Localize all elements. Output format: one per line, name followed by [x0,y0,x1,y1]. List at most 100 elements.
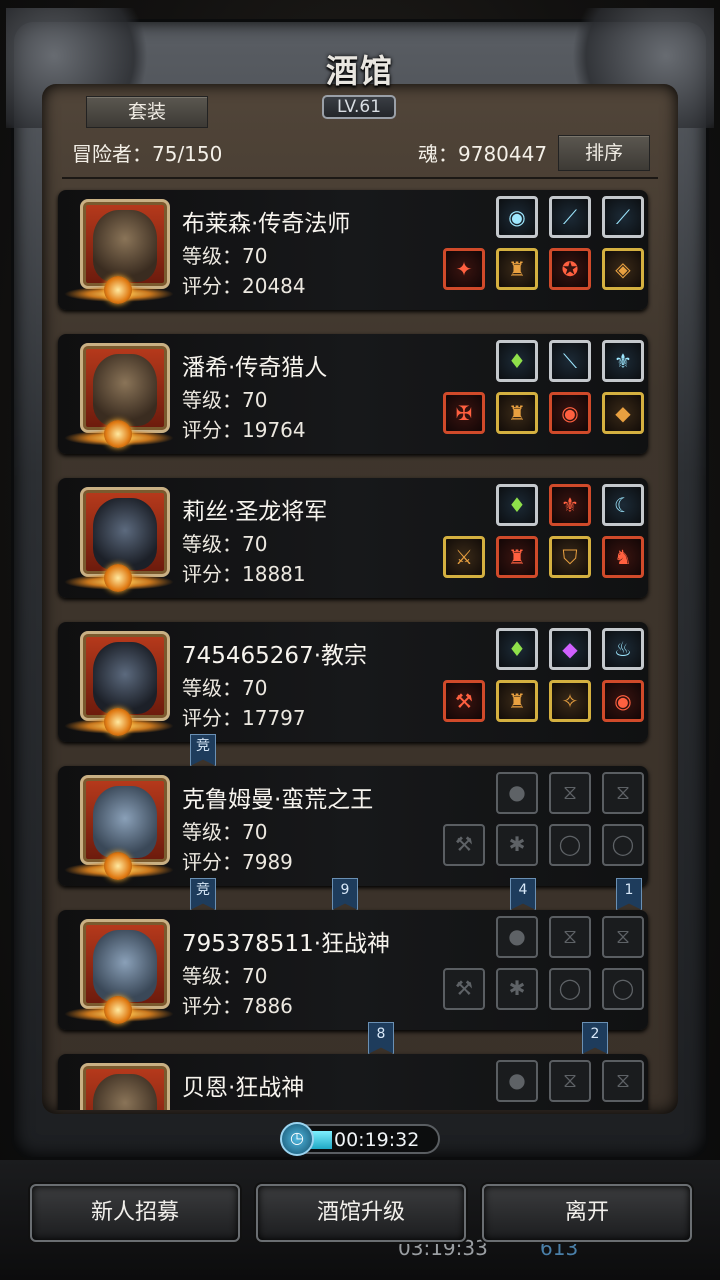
pendant-icon[interactable]: ✧ [549,680,591,722]
green-gem-icon[interactable]: ♦ [496,484,538,526]
empty-hourglass-icon[interactable]: ⧖ [549,1060,591,1102]
empty-drop-icon[interactable]: ● [496,1060,538,1102]
rank-emblem-icon [104,708,132,736]
empty-ring-icon[interactable]: ◯ [602,968,644,1010]
dagger-icon[interactable]: ⟍ [549,340,591,382]
hero-face [93,786,157,858]
hero-portrait[interactable] [80,199,170,289]
armor-icon[interactable]: ♜ [496,392,538,434]
soul-count: 魂：9780447 [418,142,548,166]
hero-face [93,354,157,426]
staff-icon[interactable]: ✦ [443,248,485,290]
timer-text: 00:19:32 [334,1129,420,1151]
hero-name: 795378511·狂战神 [182,931,391,957]
hero-portrait[interactable] [80,631,170,721]
armor-icon[interactable]: ♜ [496,536,538,578]
blade-icon[interactable]: ⟋ [602,196,644,238]
empty-drop-icon[interactable]: ● [496,916,538,958]
hero-level: 等级：70 [182,820,268,844]
hero-portrait[interactable] [80,343,170,433]
crest-icon[interactable]: ⚜ [549,484,591,526]
hero-level: 等级：70 [182,388,268,412]
clock-icon: ◷ [280,1122,314,1156]
hero-face [93,930,157,1002]
orb-icon[interactable]: ◉ [602,680,644,722]
tavern-level-badge: LV.61 [322,95,396,119]
helmet-icon[interactable]: ♞ [602,536,644,578]
hero-score: 评分：7989 [182,850,293,874]
claw-icon[interactable]: ☾ [602,484,644,526]
eye-icon[interactable]: ◉ [549,392,591,434]
green-gem-icon[interactable]: ♦ [496,340,538,382]
green-gem-icon[interactable]: ♦ [496,628,538,670]
empty-ring-icon[interactable]: ◯ [602,824,644,866]
hero-portrait[interactable] [80,775,170,865]
sword-icon[interactable]: ⚔ [443,536,485,578]
hero-card[interactable]: 布莱森·传奇法师 等级：70 评分：20484 ◉ ⟋ ⟋ ✦ ♜ ✪ ◈ [58,190,648,310]
shield-icon[interactable]: ⛉ [549,536,591,578]
empty-axe-icon[interactable]: ⚒ [443,824,485,866]
hammer-icon[interactable]: ⚒ [443,680,485,722]
empty-hourglass-icon[interactable]: ⧖ [602,772,644,814]
hero-name: 潘希·传奇猎人 [182,355,328,381]
hero-portrait[interactable] [80,1063,170,1110]
hero-score: 评分：18881 [182,562,306,586]
armor-icon[interactable]: ♜ [496,680,538,722]
empty-axe-icon[interactable]: ⚒ [443,968,485,1010]
hero-score: 评分：20484 [182,274,306,298]
empty-ring-icon[interactable]: ◯ [549,968,591,1010]
hero-card[interactable]: 745465267·教宗 等级：70 评分：17797 ♦ ◆ ♨ ⚒ ♜ ✧ ◉ [58,622,648,742]
ribbon-marker: 竞 [190,878,216,910]
hero-card[interactable]: 贝恩·狂战神 ● ⧖ ⧖ [58,1054,648,1110]
hero-level: 等级：70 [182,964,268,988]
hero-card[interactable]: 莉丝·圣龙将军 等级：70 评分：18881 ♦ ⚜ ☾ ⚔ ♜ ⛉ ♞ [58,478,648,598]
robe-icon[interactable]: ♜ [496,248,538,290]
amulet-icon[interactable]: ✪ [549,248,591,290]
upgrade-tavern-button[interactable]: 酒馆升级 [256,1184,466,1242]
ribbon-marker: 1 [616,878,642,910]
hero-score: 评分：7886 [182,994,293,1018]
rank-emblem-icon [104,276,132,304]
purple-gem-icon[interactable]: ◆ [549,628,591,670]
set-button[interactable]: 套装 [86,96,208,128]
rank-emblem-icon [104,564,132,592]
hero-level: 等级：70 [182,676,268,700]
hero-name: 布莱森·传奇法师 [182,211,351,237]
hero-portrait[interactable] [80,487,170,577]
hero-score: 评分：19764 [182,418,306,442]
hero-face [93,642,157,714]
divider [62,177,658,179]
empty-hourglass-icon[interactable]: ⧖ [602,1060,644,1102]
hero-card[interactable]: 克鲁姆曼·蛮荒之王 等级：70 评分：7989 ● ⧖ ⧖ ⚒ ✱ ◯ ◯ [58,766,648,886]
bracer-icon[interactable]: ◆ [602,392,644,434]
empty-hourglass-icon[interactable]: ⧖ [602,916,644,958]
sort-button[interactable]: 排序 [558,135,650,171]
flask-icon[interactable]: ♨ [602,628,644,670]
empty-drop-icon[interactable]: ● [496,772,538,814]
leave-button[interactable]: 离开 [482,1184,692,1242]
rank-emblem-icon [104,996,132,1024]
crossbow-icon[interactable]: ✠ [443,392,485,434]
hero-name: 克鲁姆曼·蛮荒之王 [182,787,374,813]
adventurer-count: 冒险者：75/150 [72,142,223,166]
ribbon-marker: 9 [332,878,358,910]
rank-emblem-icon [104,852,132,880]
hero-card[interactable]: 795378511·狂战神 等级：70 评分：7886 ● ⧖ ⧖ ⚒ ✱ ◯ ◯ [58,910,648,1030]
horn-icon[interactable]: ⚜ [602,340,644,382]
hero-name: 贝恩·狂战神 [182,1075,305,1101]
orb-icon[interactable]: ◉ [496,196,538,238]
recruit-button[interactable]: 新人招募 [30,1184,240,1242]
hero-face [93,498,157,570]
empty-armor-icon[interactable]: ✱ [496,824,538,866]
hero-level: 等级：70 [182,244,268,268]
rank-emblem-icon [104,420,132,448]
empty-hourglass-icon[interactable]: ⧖ [549,916,591,958]
bow-icon[interactable]: ⟋ [549,196,591,238]
empty-armor-icon[interactable]: ✱ [496,968,538,1010]
ring-icon[interactable]: ◈ [602,248,644,290]
empty-hourglass-icon[interactable]: ⧖ [549,772,591,814]
empty-ring-icon[interactable]: ◯ [549,824,591,866]
hero-face [93,210,157,282]
hero-card[interactable]: 潘希·传奇猎人 等级：70 评分：19764 ♦ ⟍ ⚜ ✠ ♜ ◉ ◆ [58,334,648,454]
hero-portrait[interactable] [80,919,170,1009]
